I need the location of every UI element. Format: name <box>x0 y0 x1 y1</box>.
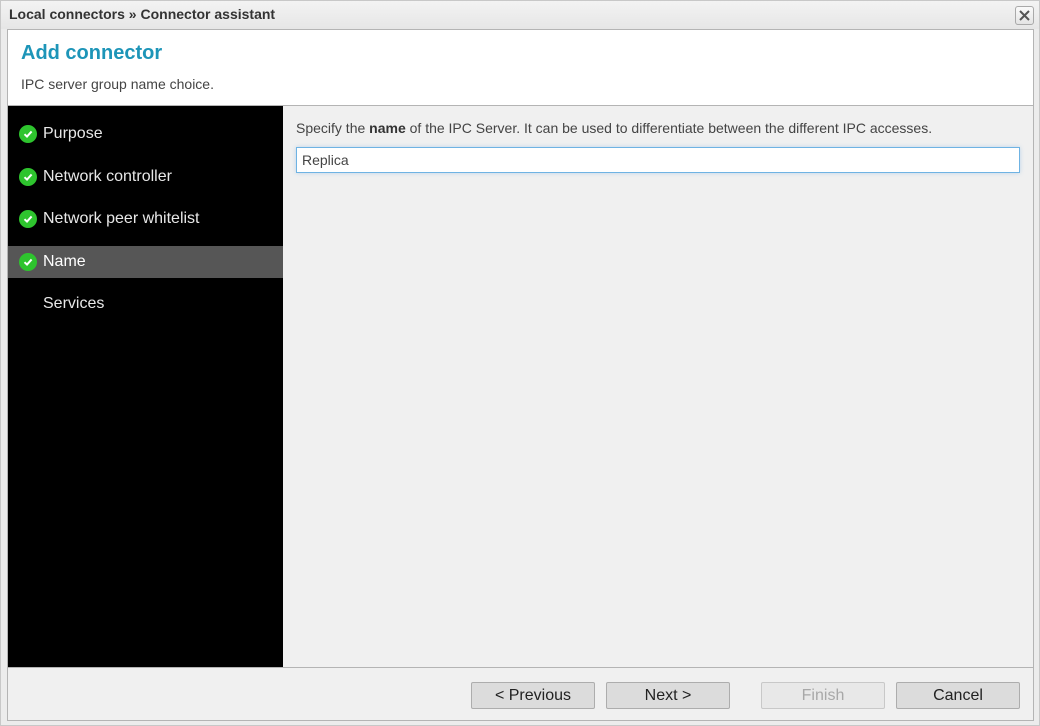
step-label: Network controller <box>43 168 172 185</box>
next-button[interactable]: Next > <box>606 682 730 709</box>
ipc-server-name-input[interactable] <box>296 147 1020 173</box>
wizard-steps-sidebar: Purpose Network controller Network peer … <box>8 106 283 667</box>
page-title: Add connector <box>21 42 163 64</box>
wizard-footer: < Previous Next > Finish Cancel <box>8 667 1033 720</box>
cancel-button[interactable]: Cancel <box>896 682 1020 709</box>
step-network-controller[interactable]: Network controller <box>8 161 283 193</box>
page-subtitle: IPC server group name choice. <box>21 76 214 92</box>
close-button[interactable] <box>1015 6 1034 25</box>
previous-button[interactable]: < Previous <box>471 682 595 709</box>
instruction-bold: name <box>369 120 406 136</box>
wizard-content: Add connector IPC server group name choi… <box>7 29 1034 721</box>
check-circle-icon <box>19 168 37 186</box>
check-circle-icon <box>19 210 37 228</box>
window-title: Local connectors » Connector assistant <box>9 6 276 22</box>
step-network-peer-whitelist[interactable]: Network peer whitelist <box>8 203 283 235</box>
close-x-icon <box>1019 10 1030 21</box>
check-circle-icon <box>19 125 37 143</box>
step-label: Name <box>43 253 86 270</box>
instruction-suffix: of the IPC Server. It can be used to dif… <box>405 120 933 136</box>
step-label: Purpose <box>43 125 103 142</box>
step-services[interactable]: Services <box>8 288 283 320</box>
wizard-header: Add connector IPC server group name choi… <box>8 30 1033 106</box>
connector-assistant-window: Local connectors » Connector assistant A… <box>0 0 1040 726</box>
step-label: Network peer whitelist <box>43 210 200 227</box>
step-purpose[interactable]: Purpose <box>8 118 283 150</box>
wizard-main-panel: Specify the name of the IPC Server. It c… <box>283 106 1033 667</box>
title-bar: Local connectors » Connector assistant <box>1 1 1039 29</box>
step-name[interactable]: Name <box>8 246 283 278</box>
check-circle-icon <box>19 253 37 271</box>
finish-button[interactable]: Finish <box>761 682 885 709</box>
step-label: Services <box>43 295 105 312</box>
instruction-prefix: Specify the <box>296 120 370 136</box>
instruction-text: Specify the name of the IPC Server. It c… <box>296 120 932 136</box>
